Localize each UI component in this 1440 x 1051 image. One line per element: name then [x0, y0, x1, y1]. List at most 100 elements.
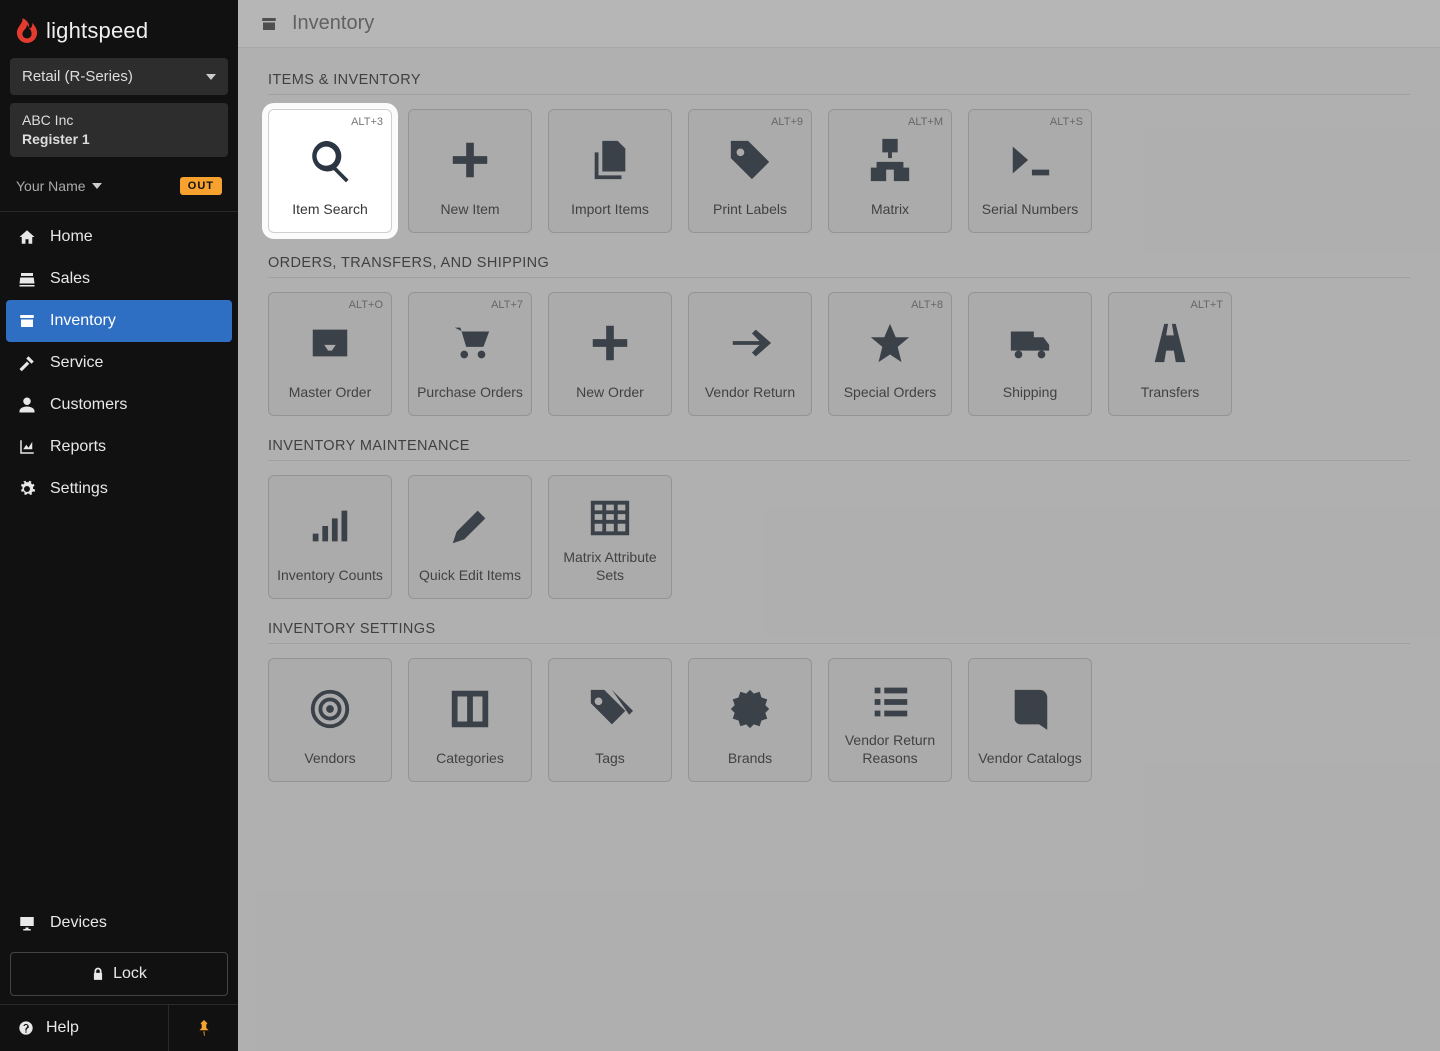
- files-icon: [587, 137, 633, 183]
- card-special-orders[interactable]: ALT+8 Special Orders: [828, 292, 952, 416]
- card-print-labels[interactable]: ALT+9 Print Labels: [688, 109, 812, 233]
- card-master-order[interactable]: ALT+O Master Order: [268, 292, 392, 416]
- nav-service[interactable]: Service: [0, 342, 238, 384]
- nav-reports[interactable]: Reports: [0, 426, 238, 468]
- nav-label: Service: [50, 354, 103, 372]
- card-vendors[interactable]: Vendors: [268, 658, 392, 782]
- pin-icon: [197, 1020, 211, 1036]
- card-matrix[interactable]: ALT+M Matrix: [828, 109, 952, 233]
- card-vendor-catalogs[interactable]: Vendor Catalogs: [968, 658, 1092, 782]
- nav-inventory[interactable]: Inventory: [6, 300, 232, 342]
- gear-icon: [18, 480, 36, 498]
- flame-icon: [16, 18, 38, 44]
- card-label: Vendor Catalogs: [978, 750, 1082, 768]
- card-new-order[interactable]: New Order: [548, 292, 672, 416]
- page-title: Inventory: [292, 12, 374, 35]
- archive-icon: [18, 312, 36, 330]
- nav-settings[interactable]: Settings: [0, 468, 238, 510]
- list-icon: [867, 678, 913, 724]
- lock-icon: [91, 967, 105, 981]
- card-quick-edit[interactable]: Quick Edit Items: [408, 475, 532, 599]
- user-icon: [18, 396, 36, 414]
- truck-icon: [1007, 320, 1053, 366]
- bars-icon: [307, 503, 353, 549]
- store-name: ABC Inc: [22, 111, 216, 130]
- card-label: Import Items: [571, 201, 649, 219]
- card-vendor-return[interactable]: Vendor Return: [688, 292, 812, 416]
- card-shipping[interactable]: Shipping: [968, 292, 1092, 416]
- card-transfers[interactable]: ALT+T Transfers: [1108, 292, 1232, 416]
- chart-icon: [18, 438, 36, 456]
- card-label: Brands: [728, 750, 772, 768]
- user-row: Your Name OUT: [0, 167, 238, 207]
- card-label: Quick Edit Items: [419, 567, 521, 585]
- nav-label: Sales: [50, 270, 90, 288]
- chevron-down-icon: [92, 183, 102, 189]
- card-label: Vendor Return: [705, 384, 795, 402]
- pencil-icon: [447, 503, 493, 549]
- nav-customers[interactable]: Customers: [0, 384, 238, 426]
- clock-out-badge[interactable]: OUT: [180, 177, 222, 195]
- main-area: Inventory ITEMS & INVENTORY ALT+3 Item S…: [238, 0, 1440, 1051]
- tag-icon: [727, 137, 773, 183]
- section-title-maintenance: INVENTORY MAINTENANCE: [268, 438, 1410, 461]
- nav-home[interactable]: Home: [0, 216, 238, 258]
- card-label: Inventory Counts: [277, 567, 383, 585]
- nav-label: Inventory: [50, 312, 116, 330]
- nav-label: Settings: [50, 480, 108, 498]
- card-item-search[interactable]: ALT+3 Item Search: [268, 109, 392, 233]
- nav-sales[interactable]: Sales: [0, 258, 238, 300]
- card-label: Serial Numbers: [982, 201, 1078, 219]
- product-selector[interactable]: Retail (R-Series): [10, 58, 228, 95]
- inbox-icon: [307, 320, 353, 366]
- help-button[interactable]: Help: [0, 1005, 168, 1051]
- lock-label: Lock: [113, 965, 147, 983]
- card-matrix-sets[interactable]: Matrix Attribute Sets: [548, 475, 672, 599]
- section-title-settings: INVENTORY SETTINGS: [268, 621, 1410, 644]
- hierarchy-icon: [867, 137, 913, 183]
- card-label: Matrix Attribute Sets: [555, 549, 665, 584]
- register-name: Register 1: [22, 130, 216, 149]
- user-name[interactable]: Your Name: [16, 178, 86, 194]
- card-label: Transfers: [1141, 384, 1200, 402]
- card-purchase-orders[interactable]: ALT+7 Purchase Orders: [408, 292, 532, 416]
- card-label: Vendor Return Reasons: [835, 732, 945, 767]
- nav-label: Reports: [50, 438, 106, 456]
- star-icon: [867, 320, 913, 366]
- primary-nav: Home Sales Inventory Service Customers R…: [0, 212, 238, 510]
- card-label: New Item: [440, 201, 499, 219]
- road-icon: [1147, 320, 1193, 366]
- search-icon: [307, 137, 353, 183]
- card-label: Master Order: [289, 384, 371, 402]
- pin-button[interactable]: [168, 1005, 238, 1051]
- lock-button[interactable]: Lock: [10, 952, 228, 996]
- nav-devices[interactable]: Devices: [0, 902, 238, 944]
- card-tags[interactable]: Tags: [548, 658, 672, 782]
- card-vendor-return-reasons[interactable]: Vendor Return Reasons: [828, 658, 952, 782]
- card-label: Vendors: [304, 750, 355, 768]
- target-icon: [307, 686, 353, 732]
- section-title-items: ITEMS & INVENTORY: [268, 72, 1410, 95]
- brand-logo: lightspeed: [0, 0, 238, 58]
- card-label: Tags: [595, 750, 625, 768]
- card-label: Shipping: [1003, 384, 1058, 402]
- shortcut: ALT+O: [349, 299, 383, 311]
- shortcut: ALT+M: [908, 116, 943, 128]
- columns-icon: [447, 686, 493, 732]
- sidebar: lightspeed Retail (R-Series) ABC Inc Reg…: [0, 0, 238, 1051]
- brand-text: lightspeed: [46, 18, 148, 44]
- cart-icon: [447, 320, 493, 366]
- card-categories[interactable]: Categories: [408, 658, 532, 782]
- card-serial-numbers[interactable]: ALT+S Serial Numbers: [968, 109, 1092, 233]
- shortcut: ALT+S: [1050, 116, 1083, 128]
- chevron-down-icon: [206, 74, 216, 80]
- card-new-item[interactable]: New Item: [408, 109, 532, 233]
- hammer-icon: [18, 354, 36, 372]
- nav-label: Customers: [50, 396, 127, 414]
- store-register-box[interactable]: ABC Inc Register 1: [10, 103, 228, 157]
- shortcut: ALT+8: [911, 299, 943, 311]
- card-inventory-counts[interactable]: Inventory Counts: [268, 475, 392, 599]
- tags-icon: [587, 686, 633, 732]
- card-brands[interactable]: Brands: [688, 658, 812, 782]
- card-import-items[interactable]: Import Items: [548, 109, 672, 233]
